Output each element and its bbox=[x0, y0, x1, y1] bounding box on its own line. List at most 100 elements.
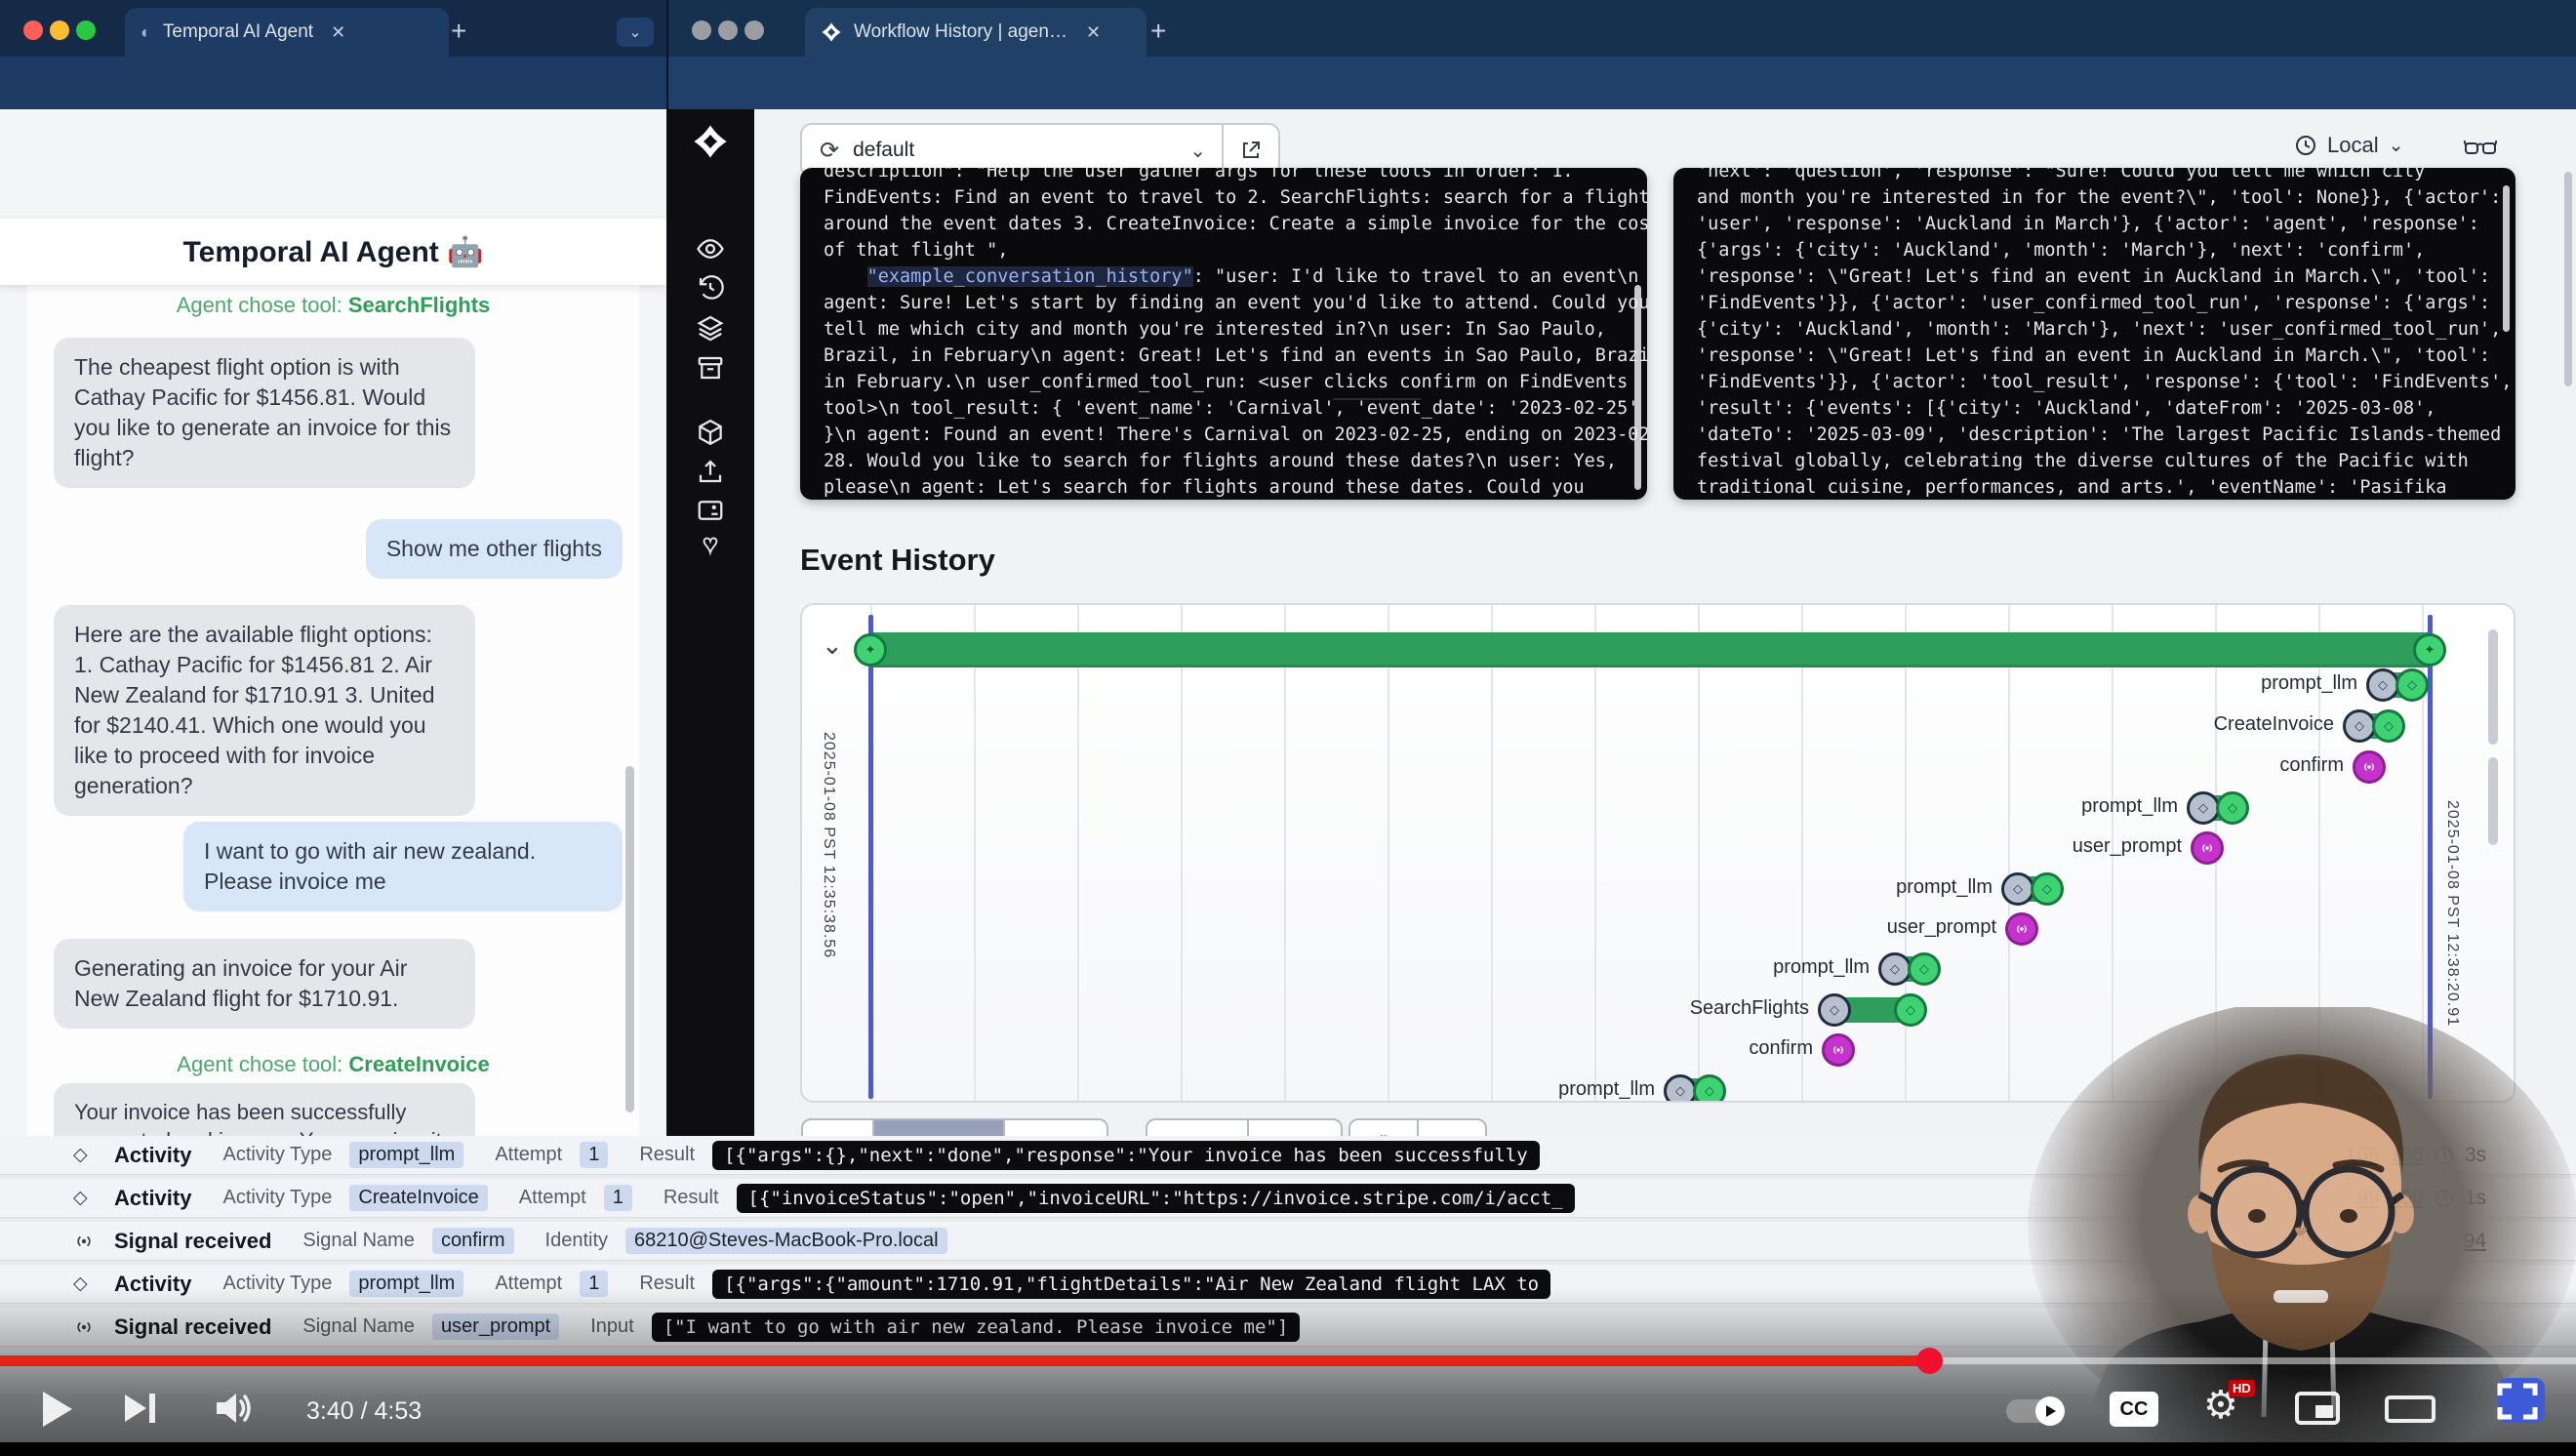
result-payload[interactable]: ["I want to go with air new zealand. Ple… bbox=[652, 1313, 1301, 1342]
theater-mode-button[interactable] bbox=[2385, 1395, 2435, 1423]
code-line: and month you're interested in for the e… bbox=[1697, 184, 2486, 211]
close-tab-icon[interactable]: ✕ bbox=[331, 22, 345, 43]
activity-completed-marker[interactable]: ◇ bbox=[1894, 993, 1927, 1027]
signal-event-marker[interactable] bbox=[2353, 750, 2386, 784]
memo-payload-panel[interactable]: 'next': 'question', 'response': "Sure! C… bbox=[1673, 168, 2516, 500]
code-line: agent: Sure! Let's start by finding an e… bbox=[824, 290, 1618, 316]
timeline-gridline bbox=[1181, 605, 1183, 1101]
activity-completed-marker[interactable]: ◇ bbox=[2031, 872, 2064, 906]
signal-event-marker[interactable] bbox=[2191, 831, 2224, 865]
next-button[interactable] bbox=[125, 1394, 155, 1423]
timezone-select[interactable]: Local ⌄ bbox=[2294, 133, 2404, 158]
volume-icon[interactable] bbox=[213, 1390, 256, 1427]
close-traffic-light-inactive[interactable] bbox=[692, 20, 711, 40]
autoplay-toggle[interactable] bbox=[2006, 1399, 2063, 1423]
chat-scrollbar[interactable] bbox=[625, 766, 634, 1112]
import-upload-icon[interactable] bbox=[696, 457, 725, 486]
archive-box-icon[interactable] bbox=[696, 353, 725, 383]
minimize-traffic-light-inactive[interactable] bbox=[718, 20, 738, 40]
field-label: Attempt bbox=[495, 1273, 562, 1295]
new-tab-button[interactable]: + bbox=[451, 18, 466, 45]
code-line: tool>\n tool_result: { 'event_name': 'Ca… bbox=[824, 395, 1618, 422]
timeline-scrollbar[interactable] bbox=[2488, 757, 2498, 845]
field-label: Attempt bbox=[519, 1187, 586, 1209]
close-tab-icon[interactable]: ✕ bbox=[1086, 22, 1101, 43]
schedules-clock-icon[interactable] bbox=[696, 273, 725, 303]
settings-gear-icon[interactable]: ⚙HD bbox=[2203, 1386, 2238, 1425]
video-scrubber[interactable] bbox=[1916, 1348, 1943, 1374]
bot-message-bubble: The cheapest flight option is with Catha… bbox=[54, 338, 475, 488]
miniplayer-button[interactable] bbox=[2295, 1392, 2340, 1425]
input-payload-panel[interactable]: description": "Help the user gather args… bbox=[800, 168, 1647, 500]
code-scrollbar[interactable] bbox=[2503, 185, 2510, 332]
video-progress-remaining[interactable] bbox=[1937, 1357, 2576, 1364]
result-payload[interactable]: [{"args":{"amount":1710.91,"flightDetail… bbox=[712, 1270, 1550, 1299]
code-line: 28. Would you like to search for flights… bbox=[824, 448, 1618, 474]
timeline-event-label: prompt_llm bbox=[1641, 876, 1992, 899]
tab-temporal-ai-agent[interactable]: ◐ Temporal AI Agent ✕ bbox=[125, 8, 449, 57]
timeline-event-label: prompt_llm bbox=[1304, 1078, 1655, 1101]
activity-schedu­led-marker[interactable]: ◇ bbox=[1818, 993, 1851, 1027]
field-value-chip: 68210@Steves-MacBook-Pro.local bbox=[625, 1228, 947, 1254]
open-external-icon[interactable] bbox=[1239, 139, 1263, 162]
tab-title: Temporal AI Agent bbox=[163, 21, 313, 43]
data-encoder-glasses-icon[interactable] bbox=[2464, 135, 2497, 160]
tab-workflow-history[interactable]: Workflow History | agent-wor ✕ bbox=[805, 8, 1147, 57]
activity-schedu­led-marker[interactable]: ◇ bbox=[2343, 709, 2376, 743]
activity-completed-marker[interactable]: ◇ bbox=[2216, 791, 2249, 825]
result-payload[interactable]: [{"invoiceStatus":"open","invoiceURL":"h… bbox=[737, 1184, 1575, 1213]
activity-schedu­led-marker[interactable]: ◇ bbox=[2187, 791, 2220, 825]
video-progress-played[interactable] bbox=[0, 1355, 1924, 1366]
activity-schedu­led-marker[interactable]: ◇ bbox=[1664, 1074, 1697, 1103]
feedback-heart-icon[interactable]: ♥ bbox=[703, 529, 717, 559]
temporal-favicon bbox=[821, 21, 842, 43]
workflow-marker[interactable]: ✦ bbox=[854, 633, 887, 667]
left-tab-strip: ◐ Temporal AI Agent ✕ + ⌄ bbox=[0, 0, 666, 57]
timeline-event-label: SearchFlights bbox=[1458, 997, 1809, 1020]
tab-search-icon[interactable]: ⌄ bbox=[617, 18, 654, 47]
code-scrollbar[interactable] bbox=[1634, 285, 1641, 490]
timeline-end-timestamp: 2025-01-08 PST 12:38:20.91 bbox=[2443, 800, 2461, 1027]
hd-badge: HD bbox=[2229, 1380, 2255, 1396]
activity-completed-marker[interactable]: ◇ bbox=[2372, 709, 2405, 743]
code-line: }\n agent: Found an event! There's Carni… bbox=[824, 422, 1618, 448]
result-label: Result bbox=[639, 1144, 695, 1166]
activity-completed-marker[interactable]: ◇ bbox=[1693, 1074, 1726, 1103]
close-traffic-light[interactable] bbox=[23, 20, 43, 40]
event-name: Activity bbox=[114, 1143, 191, 1168]
workflow-marker[interactable]: ✦ bbox=[2413, 633, 2446, 667]
workflows-eye-icon[interactable] bbox=[696, 234, 725, 263]
new-tab-button[interactable]: + bbox=[1150, 18, 1166, 45]
temporal-logo-icon[interactable] bbox=[692, 123, 729, 160]
bot-message-bubble: Generating an invoice for your Air New Z… bbox=[54, 939, 475, 1029]
activity-schedu­led-marker[interactable]: ◇ bbox=[2001, 872, 2034, 906]
activity-schedu­led-marker[interactable]: ◇ bbox=[1878, 952, 1912, 986]
timeline-start-timestamp: 2025-01-08 PST 12:35:38.56 bbox=[820, 732, 837, 958]
chevron-down-icon: ⌄ bbox=[1189, 139, 1206, 163]
collapse-chevron-icon[interactable]: ⌄ bbox=[822, 630, 843, 661]
signal-event-marker[interactable] bbox=[1822, 1033, 1855, 1067]
fullscreen-button[interactable] bbox=[2494, 1380, 2541, 1423]
play-button[interactable] bbox=[43, 1392, 72, 1427]
captions-button[interactable]: CC bbox=[2110, 1392, 2158, 1427]
activity-completed-marker[interactable]: ◇ bbox=[2395, 668, 2429, 702]
page-scrollbar[interactable] bbox=[2564, 172, 2572, 386]
signal-event-marker[interactable] bbox=[2005, 912, 2038, 946]
timeline-scrollbar[interactable] bbox=[2488, 629, 2498, 745]
nexus-cube-icon[interactable] bbox=[696, 418, 725, 447]
zoom-traffic-light[interactable] bbox=[76, 20, 96, 40]
zoom-traffic-light-inactive[interactable] bbox=[745, 20, 764, 40]
workflow-execution-bar[interactable] bbox=[870, 632, 2430, 667]
result-payload[interactable]: [{"args":{},"next":"done","response":"Yo… bbox=[712, 1141, 1540, 1170]
result-label: Result bbox=[664, 1187, 719, 1209]
batch-layers-icon[interactable] bbox=[696, 312, 725, 342]
labs-card-icon[interactable] bbox=[696, 496, 725, 525]
activity-schedu­led-marker[interactable]: ◇ bbox=[2366, 668, 2399, 702]
signal-icon bbox=[73, 1316, 97, 1338]
timeline-gridline bbox=[1594, 605, 1596, 1101]
activity-completed-marker[interactable]: ◇ bbox=[1908, 952, 1941, 986]
minimize-traffic-light[interactable] bbox=[50, 20, 69, 40]
timeline-gridline bbox=[1388, 605, 1389, 1101]
result-label: Input bbox=[590, 1315, 633, 1338]
code-line: 'dateTo': '2025-03-09', 'description': '… bbox=[1697, 422, 2486, 448]
